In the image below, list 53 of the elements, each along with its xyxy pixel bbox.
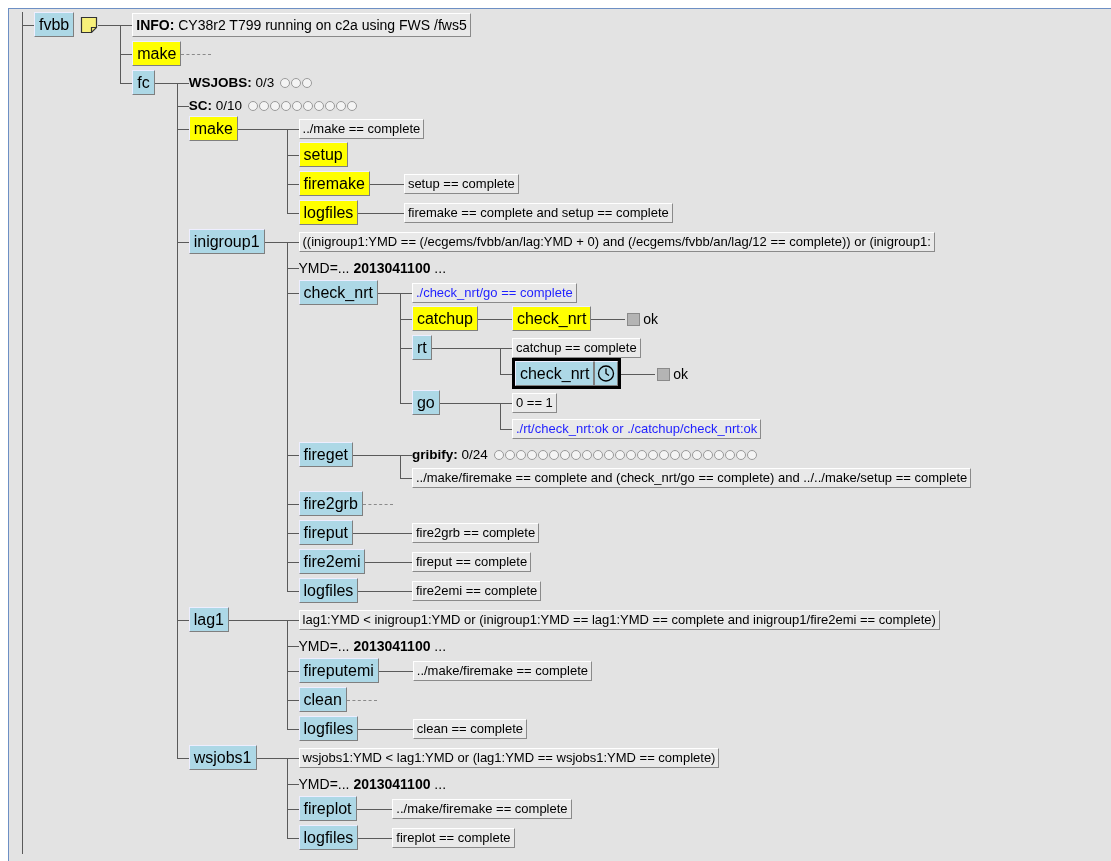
tree-node[interactable]: logfiles (298, 716, 359, 741)
tree-node[interactable]: check_nrt (511, 306, 592, 331)
tree-node[interactable]: firemake (298, 171, 370, 196)
tree-node[interactable]: fireput (298, 520, 353, 545)
tree-node[interactable]: setup (298, 142, 348, 167)
tree-node[interactable]: clean (298, 687, 347, 712)
tree-node[interactable]: go (411, 390, 440, 415)
tree-node[interactable]: logfiles (298, 200, 359, 225)
complete-expression: ./check_nrt/go == complete (411, 283, 577, 303)
tree-node[interactable]: fvbb (34, 12, 75, 37)
tree-node[interactable]: fireplot (298, 796, 357, 821)
trigger-expression: ../make/firemake == complete (412, 661, 593, 681)
event-label: ok (673, 365, 689, 384)
tree-node[interactable]: wsjobs1 (188, 745, 257, 770)
trigger-expression: ../make == complete (298, 119, 425, 139)
tree-node[interactable]: fire2grb (298, 491, 363, 516)
trigger-expression: catchup == complete (511, 338, 641, 358)
trigger-expression: wsjobs1:YMD < lag1:YMD or (lag1:YMD == wsjobs1:YMD == complete) (298, 748, 720, 768)
variable-label: YMD=... 2013041100 ... (298, 259, 447, 278)
trigger-expression: lag1:YMD < inigroup1:YMD or (inigroup1:YMD == lag1:YMD == complete and inigroup1/fire2emi == complete) (298, 610, 940, 630)
trigger-expression: 0 == 1 (511, 393, 557, 413)
tree-node[interactable]: fireget (298, 442, 353, 467)
variable-label: YMD=... 2013041100 ... (298, 775, 447, 794)
tree-node[interactable]: rt (411, 335, 432, 360)
tree-node[interactable]: logfiles (298, 578, 359, 603)
trigger-expression: fire2grb == complete (411, 523, 540, 543)
variable-label: YMD=... 2013041100 ... (298, 637, 447, 656)
trigger-expression: fireplot == complete (392, 828, 515, 848)
trigger-expression: clean == complete (412, 719, 527, 739)
limit-label: gribify: 0/24 (411, 446, 488, 464)
tree-node[interactable]: fireputemi (298, 658, 379, 683)
tree-node[interactable]: fire2emi (298, 549, 366, 574)
info-label: INFO: CY38r2 T799 running on c2a using FWS /fws5 (132, 13, 471, 37)
tree-node[interactable]: catchup (411, 306, 478, 331)
limit-label: WSJOBS: 0/3 (188, 74, 275, 92)
event-label: ok (643, 310, 659, 329)
tree-node[interactable]: make (188, 116, 238, 141)
complete-expression: ./rt/check_nrt:ok or ./catchup/check_nrt:ok (511, 419, 762, 439)
tree-node[interactable]: check_nrt (514, 361, 595, 386)
tree-node[interactable]: make (132, 41, 182, 66)
trigger-expression: firemake == complete and setup == complete (403, 203, 673, 223)
trigger-expression: setup == complete (403, 174, 519, 194)
trigger-expression: fireput == complete (411, 552, 532, 572)
trigger-expression: ../make/firemake == complete (392, 799, 572, 819)
tree-node[interactable]: check_nrt (298, 280, 378, 305)
tree-node[interactable]: inigroup1 (188, 229, 265, 254)
tree-node[interactable]: logfiles (298, 825, 359, 850)
tree-node[interactable]: lag1 (188, 607, 229, 632)
trigger-expression: fire2emi == complete (411, 581, 542, 601)
limit-label: SC: 0/10 (188, 97, 242, 115)
tree-node[interactable]: fc (132, 70, 155, 95)
trigger-expression: ((inigroup1:YMD == (/ecgems/fvbb/an/lag:YMD + 0) and (/ecgems/fvbb/an/lag/12 == complete)) or (inigroup1: (298, 232, 935, 252)
trigger-expression: ../make/firemake == complete and (check_nrt/go == complete) and ../../make/setup == complete (411, 468, 972, 488)
